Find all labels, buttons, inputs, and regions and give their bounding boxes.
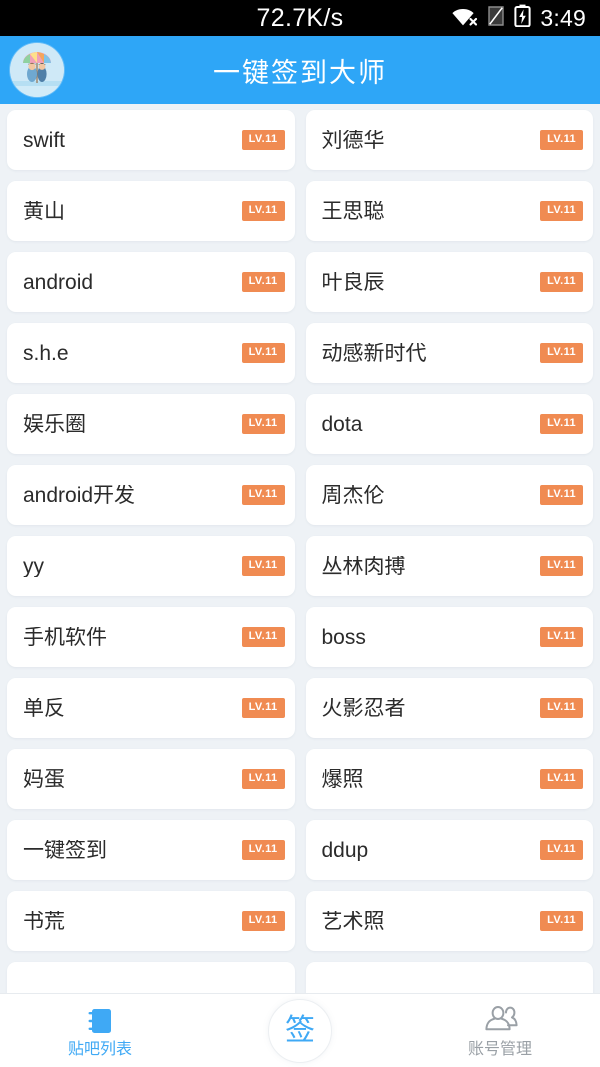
nav-label-account-management: 账号管理 xyxy=(467,1040,532,1058)
level-badge: LV.11 xyxy=(241,201,285,221)
tieba-name: dota xyxy=(321,413,363,435)
level-badge: LV.11 xyxy=(540,840,583,860)
tieba-name: 丛林肉搏 xyxy=(321,555,406,577)
level-badge: LV.11 xyxy=(540,698,583,718)
nav-item-tieba-list[interactable]: 贴吧列表 xyxy=(0,994,200,1067)
level-badge: LV.11 xyxy=(241,840,285,860)
tieba-name: android xyxy=(23,271,94,293)
tieba-card[interactable]: yy LV.11 xyxy=(7,536,295,596)
tieba-name: 周杰伦 xyxy=(321,484,385,506)
nav-item-account-management[interactable]: 账号管理 xyxy=(400,994,600,1067)
notebook-icon xyxy=(83,1004,117,1038)
tieba-name: 叶良辰 xyxy=(321,271,385,293)
tieba-card[interactable]: 动感新时代 LV.11 xyxy=(305,323,593,383)
tieba-card[interactable] xyxy=(305,962,593,993)
tieba-name: 黄山 xyxy=(23,200,65,222)
tieba-name: 王思聪 xyxy=(321,200,385,222)
tieba-card[interactable]: boss LV.11 xyxy=(305,607,593,667)
tieba-name: 动感新时代 xyxy=(321,342,427,364)
tieba-card[interactable]: swift LV.11 xyxy=(7,110,295,170)
tieba-card[interactable]: 娱乐圈 LV.11 xyxy=(7,394,295,454)
clock-text: 3:49 xyxy=(540,4,586,31)
tieba-card[interactable]: android LV.11 xyxy=(7,252,295,312)
tieba-name: 单反 xyxy=(23,697,65,719)
tieba-card[interactable]: 单反 LV.11 xyxy=(7,678,295,738)
tieba-name: 书荒 xyxy=(23,910,65,932)
tieba-card[interactable]: 爆照 LV.11 xyxy=(305,749,593,809)
level-badge: LV.11 xyxy=(540,343,583,363)
status-bar-icons: 3:49 xyxy=(452,4,586,32)
level-badge: LV.11 xyxy=(241,627,285,647)
tieba-card[interactable]: 书荒 LV.11 xyxy=(7,891,295,951)
level-badge: LV.11 xyxy=(540,911,583,931)
battery-charging-icon xyxy=(514,4,532,32)
level-badge: LV.11 xyxy=(241,272,285,292)
tieba-name: ddup xyxy=(321,839,369,861)
tieba-card[interactable]: 艺术照 LV.11 xyxy=(305,891,593,951)
tieba-name: android开发 xyxy=(23,484,136,506)
signal-none-icon xyxy=(487,5,505,32)
level-badge: LV.11 xyxy=(241,556,285,576)
users-icon xyxy=(482,1004,518,1038)
tieba-card[interactable]: 刘德华 LV.11 xyxy=(305,110,593,170)
level-badge: LV.11 xyxy=(540,485,583,505)
level-badge: LV.11 xyxy=(540,769,583,789)
tieba-name: yy xyxy=(23,555,44,577)
level-badge: LV.11 xyxy=(241,414,285,434)
tieba-card[interactable] xyxy=(7,962,295,993)
tieba-card[interactable]: 妈蛋 LV.11 xyxy=(7,749,295,809)
tieba-grid: swift LV.11 刘德华 LV.11 黄山 LV.11 王思聪 LV.11 android… xyxy=(7,110,593,993)
tieba-name: 一键签到 xyxy=(23,839,107,861)
status-bar: 72.7K/s 3:49 xyxy=(0,0,600,36)
level-badge: LV.11 xyxy=(540,627,583,647)
level-badge: LV.11 xyxy=(540,414,583,434)
tieba-card[interactable]: s.h.e LV.11 xyxy=(7,323,295,383)
tieba-name: 妈蛋 xyxy=(23,768,65,790)
tieba-name: 火影忍者 xyxy=(321,697,406,719)
tieba-card[interactable]: 王思聪 LV.11 xyxy=(305,181,593,241)
tieba-card[interactable]: 一键签到 LV.11 xyxy=(7,820,295,880)
level-badge: LV.11 xyxy=(241,911,285,931)
bottom-navigation-bar: 贴吧列表 签 账号管理 xyxy=(0,993,600,1067)
tieba-name: 爆照 xyxy=(321,768,364,790)
tieba-list-area[interactable]: swift LV.11 刘德华 LV.11 黄山 LV.11 王思聪 LV.11 android… xyxy=(0,104,600,993)
level-badge: LV.11 xyxy=(241,698,285,718)
user-avatar[interactable] xyxy=(10,43,64,97)
nav-item-sign[interactable]: 签 xyxy=(200,994,400,1067)
tieba-name: boss xyxy=(321,626,366,648)
level-badge: LV.11 xyxy=(540,130,583,150)
tieba-name: 艺术照 xyxy=(321,910,385,932)
level-badge: LV.11 xyxy=(540,556,583,576)
page-title: 一键签到大师 xyxy=(213,57,387,88)
tieba-name: swift xyxy=(23,129,65,151)
tieba-card[interactable]: 叶良辰 LV.11 xyxy=(305,252,593,312)
tieba-card[interactable]: 周杰伦 LV.11 xyxy=(305,465,593,525)
tieba-card[interactable]: android开发 LV.11 xyxy=(7,465,295,525)
app-root: 72.7K/s 3:49 一键签到大师 swift LV.11 刘德华 LV.1… xyxy=(0,0,600,1067)
tieba-name: s.h.e xyxy=(23,342,69,364)
tieba-name: 刘德华 xyxy=(321,129,385,151)
app-header: 一键签到大师 xyxy=(0,36,600,104)
tieba-name: 手机软件 xyxy=(23,626,107,648)
level-badge: LV.11 xyxy=(241,130,285,150)
tieba-card[interactable]: 手机软件 LV.11 xyxy=(7,607,295,667)
wifi-disconnected-icon xyxy=(452,5,478,32)
level-badge: LV.11 xyxy=(241,769,285,789)
level-badge: LV.11 xyxy=(540,272,583,292)
tieba-card[interactable]: 丛林肉搏 LV.11 xyxy=(305,536,593,596)
sign-in-circle-button[interactable]: 签 xyxy=(268,998,332,1063)
level-badge: LV.11 xyxy=(241,485,285,505)
tieba-name: 娱乐圈 xyxy=(23,413,86,435)
tieba-card[interactable]: dota LV.11 xyxy=(305,394,593,454)
tieba-card[interactable]: ddup LV.11 xyxy=(305,820,593,880)
tieba-card[interactable]: 火影忍者 LV.11 xyxy=(305,678,593,738)
level-badge: LV.11 xyxy=(241,343,285,363)
nav-label-tieba-list: 贴吧列表 xyxy=(67,1040,132,1058)
sign-button-label: 签 xyxy=(285,1013,315,1047)
tieba-card[interactable]: 黄山 LV.11 xyxy=(7,181,295,241)
level-badge: LV.11 xyxy=(540,201,583,221)
